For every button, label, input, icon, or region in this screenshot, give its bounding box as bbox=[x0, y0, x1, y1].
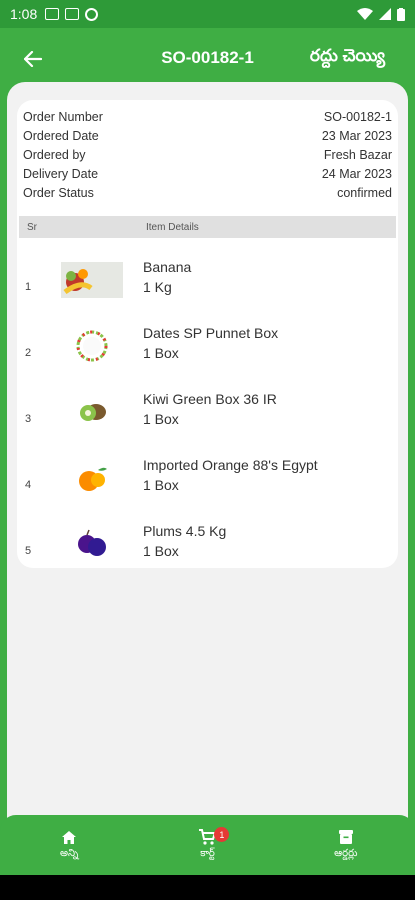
archive-icon bbox=[338, 830, 353, 844]
orange-image bbox=[61, 460, 123, 496]
order-status-row: Order Status confirmed bbox=[18, 184, 397, 203]
banana-image bbox=[61, 262, 123, 298]
content-sheet: Order Number SO-00182-1 Ordered Date 23 … bbox=[7, 82, 408, 822]
wifi-icon bbox=[357, 8, 373, 20]
dates-image bbox=[61, 328, 123, 364]
info-value: SO-00182-1 bbox=[323, 110, 392, 124]
item-name: Banana bbox=[143, 259, 192, 275]
info-value: 23 Mar 2023 bbox=[321, 129, 392, 143]
item-qty: 1 Box bbox=[143, 411, 179, 427]
notification-icon-2 bbox=[65, 8, 80, 20]
order-number-row: Order Number SO-00182-1 bbox=[18, 108, 397, 127]
item-name: Dates SP Punnet Box bbox=[143, 325, 279, 341]
list-item[interactable]: 1 Banana 1 Kg bbox=[17, 258, 398, 324]
list-item[interactable]: 4 Imported Orange 88's Egypt 1 Box bbox=[17, 456, 398, 522]
battery-icon bbox=[397, 7, 405, 21]
cancel-order-button[interactable]: రద్దు చెయ్యి bbox=[310, 46, 385, 70]
home-icon bbox=[62, 830, 77, 844]
gesture-bar bbox=[0, 875, 415, 900]
bottom-nav: అన్ని 1 కార్ట్ ఆర్డర్లు bbox=[0, 815, 415, 875]
kiwi-image bbox=[61, 394, 123, 430]
info-label: Ordered Date bbox=[23, 129, 99, 143]
status-time: 1:08 bbox=[10, 6, 38, 22]
item-sr: 5 bbox=[25, 545, 32, 557]
cart-badge: 1 bbox=[214, 827, 230, 842]
item-name: Imported Orange 88's Egypt bbox=[143, 457, 318, 473]
item-qty: 1 Box bbox=[143, 543, 179, 559]
info-label: Order Number bbox=[23, 110, 103, 124]
info-value: 24 Mar 2023 bbox=[321, 167, 392, 181]
info-label: Ordered by bbox=[23, 148, 86, 162]
nav-cart-label: కార్ట్ bbox=[200, 848, 215, 859]
nav-home-label: అన్ని bbox=[59, 847, 79, 859]
nav-orders-label: ఆర్డర్లు bbox=[334, 848, 358, 859]
list-item[interactable]: 2 Dates SP Punnet Box 1 Box bbox=[17, 324, 398, 390]
nav-home[interactable]: అన్ని bbox=[0, 815, 138, 875]
info-value: confirmed bbox=[337, 186, 392, 200]
nav-orders[interactable]: ఆర్డర్లు bbox=[277, 815, 415, 875]
delivery-date-row: Delivery Date 24 Mar 2023 bbox=[18, 165, 397, 184]
item-qty: 1 Kg bbox=[143, 279, 172, 295]
item-qty: 1 Box bbox=[143, 477, 179, 493]
info-value: Fresh Bazar bbox=[323, 148, 392, 162]
sync-icon bbox=[85, 7, 99, 21]
item-qty: 1 Box bbox=[143, 345, 179, 361]
plum-image bbox=[61, 526, 123, 562]
item-name: Plums 4.5 Kg bbox=[143, 523, 227, 539]
list-item[interactable]: 3 Kiwi Green Box 36 IR 1 Box bbox=[17, 390, 398, 456]
item-sr: 1 bbox=[25, 281, 32, 293]
ordered-date-row: Ordered Date 23 Mar 2023 bbox=[18, 127, 397, 146]
item-sr: 2 bbox=[25, 347, 32, 359]
item-sr: 3 bbox=[25, 413, 32, 425]
nav-cart[interactable]: 1 కార్ట్ bbox=[138, 815, 276, 875]
app-bar: SO-00182-1 రద్దు చెయ్యి bbox=[0, 28, 415, 88]
status-bar: 1:08 bbox=[0, 0, 415, 28]
item-name: Kiwi Green Box 36 IR bbox=[143, 391, 277, 407]
header-item-details: Item Details bbox=[146, 221, 199, 233]
status-right bbox=[357, 7, 405, 21]
item-sr: 4 bbox=[25, 479, 32, 491]
order-card: Order Number SO-00182-1 Ordered Date 23 … bbox=[17, 100, 398, 568]
items-table-header: Sr Item Details bbox=[19, 216, 396, 238]
signal-icon bbox=[379, 8, 391, 20]
header-sr: Sr bbox=[27, 221, 37, 233]
list-item[interactable]: 5 Plums 4.5 Kg 1 Box bbox=[17, 522, 398, 588]
order-info: Order Number SO-00182-1 Ordered Date 23 … bbox=[18, 108, 397, 203]
info-label: Order Status bbox=[23, 186, 94, 200]
ordered-by-row: Ordered by Fresh Bazar bbox=[18, 146, 397, 165]
info-label: Delivery Date bbox=[23, 167, 99, 181]
notification-icon bbox=[45, 8, 60, 20]
